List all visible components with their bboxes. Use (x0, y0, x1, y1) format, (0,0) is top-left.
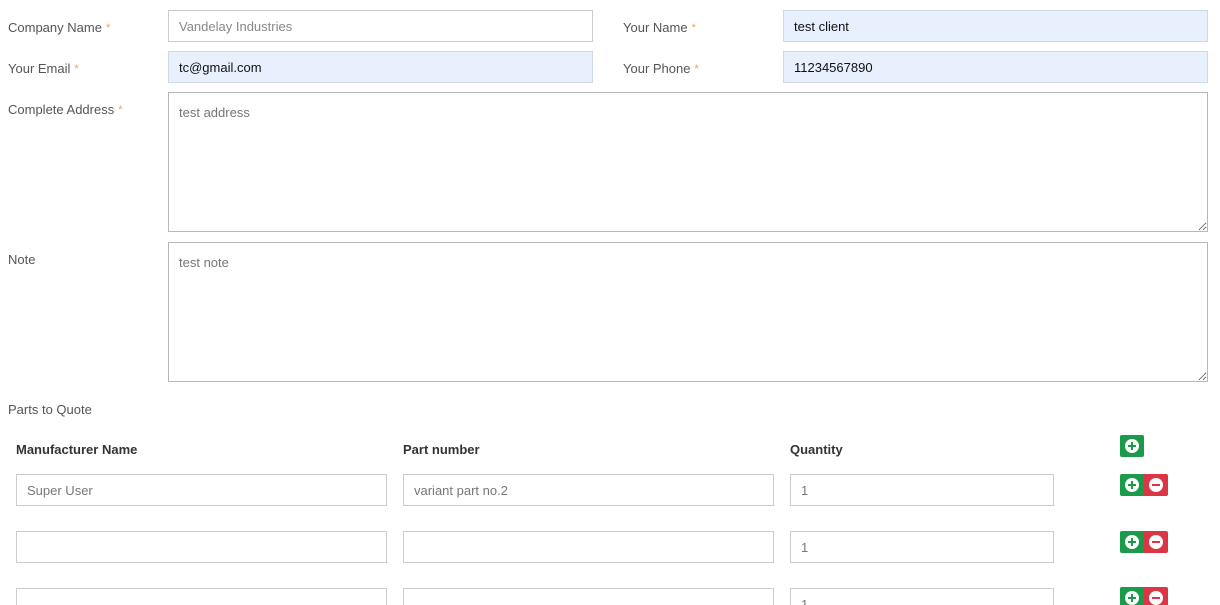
your-phone-label-text: Your Phone (623, 61, 691, 76)
your-phone-input[interactable] (783, 51, 1208, 83)
address-textarea[interactable]: test address (168, 92, 1208, 232)
your-email-label-text: Your Email (8, 61, 71, 76)
note-label-text: Note (8, 252, 36, 267)
manufacturer-input[interactable] (16, 588, 387, 605)
your-phone-label: Your Phone * (623, 61, 699, 76)
plus-circle-icon (1125, 439, 1139, 453)
plus-circle-icon (1125, 478, 1139, 492)
page-title-clipped (8, 0, 68, 2)
add-row-button[interactable] (1120, 435, 1144, 457)
your-email-label: Your Email * (8, 61, 79, 76)
minus-circle-icon (1149, 535, 1163, 549)
add-row-button[interactable] (1120, 474, 1144, 496)
column-header-quantity: Quantity (790, 442, 843, 457)
address-label-text: Complete Address (8, 102, 115, 117)
company-name-label: Company Name * (8, 20, 110, 35)
company-name-input[interactable] (168, 10, 593, 42)
required-mark: * (118, 104, 123, 116)
plus-circle-icon (1125, 535, 1139, 549)
minus-circle-icon (1149, 478, 1163, 492)
note-textarea[interactable]: test note (168, 242, 1208, 382)
column-header-manufacturer: Manufacturer Name (16, 442, 138, 457)
part-number-input[interactable] (403, 588, 774, 605)
part-number-input[interactable] (403, 474, 774, 506)
quantity-input[interactable] (790, 531, 1054, 563)
your-name-label: Your Name * (623, 20, 696, 35)
parts-section-label: Parts to Quote (8, 402, 92, 417)
required-mark: * (691, 22, 696, 34)
required-mark: * (105, 22, 111, 34)
manufacturer-input[interactable] (16, 531, 387, 563)
plus-circle-icon (1125, 591, 1139, 605)
minus-circle-icon (1149, 591, 1163, 605)
manufacturer-input[interactable] (16, 474, 387, 506)
quantity-input[interactable] (790, 474, 1054, 506)
add-row-button[interactable] (1120, 587, 1144, 605)
quantity-input[interactable] (790, 588, 1054, 605)
your-name-label-text: Your Name (623, 20, 688, 35)
your-email-input[interactable] (168, 51, 593, 83)
remove-row-button[interactable] (1144, 531, 1168, 553)
remove-row-button[interactable] (1144, 587, 1168, 605)
required-mark: * (694, 63, 699, 75)
remove-row-button[interactable] (1144, 474, 1168, 496)
company-name-label-text: Company Name (8, 20, 102, 35)
address-label: Complete Address * (8, 102, 123, 117)
part-number-input[interactable] (403, 531, 774, 563)
column-header-part-number: Part number (403, 442, 480, 457)
required-mark: * (74, 63, 79, 75)
note-label: Note (8, 252, 35, 267)
quote-request-form: Company Name* Your Name* Your Email* You… (0, 0, 1220, 605)
add-row-button[interactable] (1120, 531, 1144, 553)
your-name-input[interactable] (783, 10, 1208, 42)
